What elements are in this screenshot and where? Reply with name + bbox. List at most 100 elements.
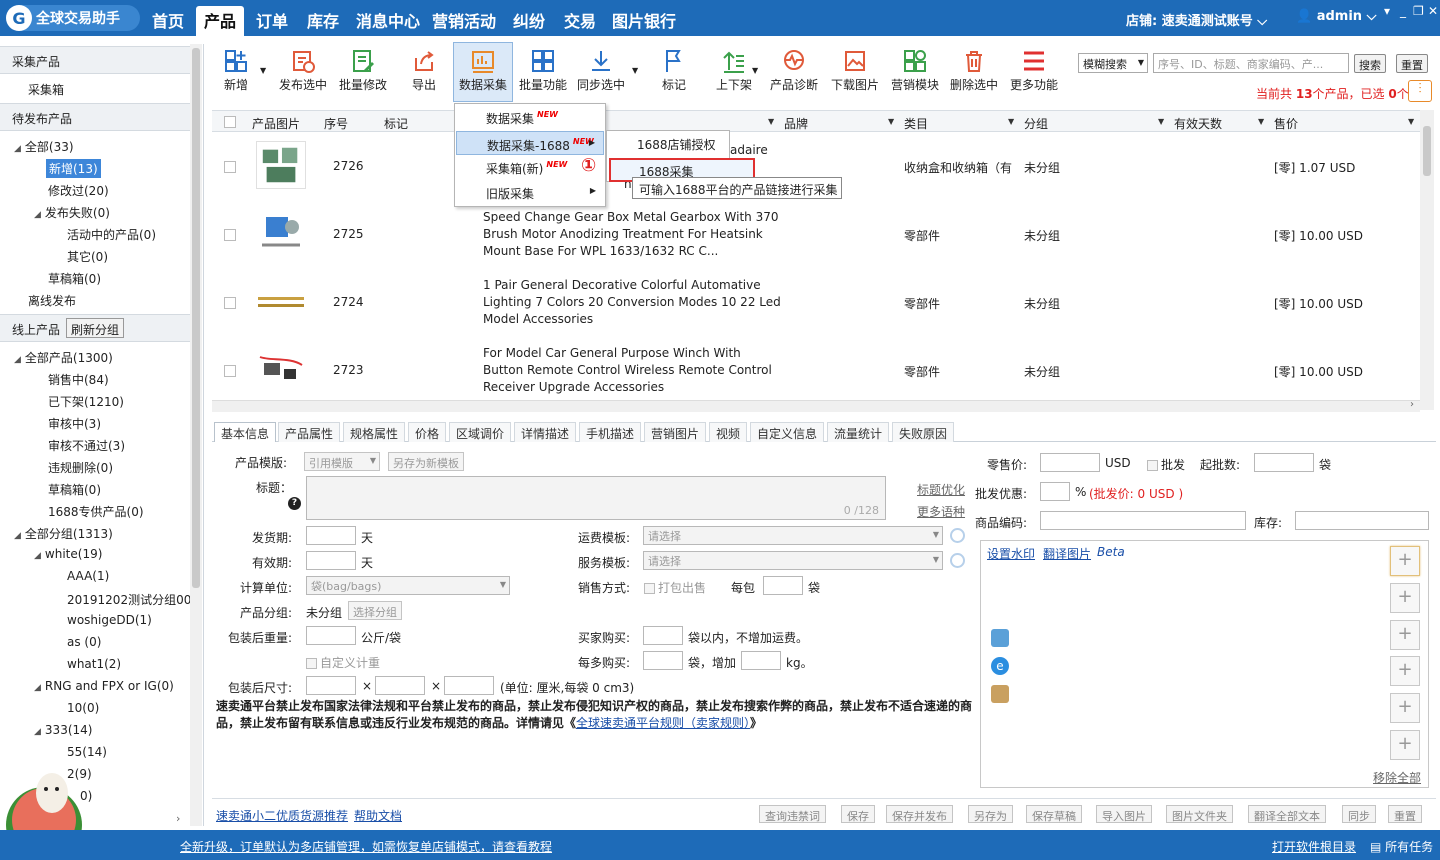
translate-all-button[interactable]: 翻译全部文本	[1248, 805, 1326, 823]
checkbox[interactable]	[1147, 460, 1158, 471]
save-as-template-button[interactable]: 另存为新模板	[388, 452, 464, 471]
more-languages-link[interactable]: 更多语种	[917, 503, 965, 520]
import-images-button[interactable]: 导入图片	[1096, 805, 1152, 823]
sort-arrow-icon[interactable]: ▼	[888, 117, 894, 126]
custom-weight-checkbox[interactable]: 自定义计重	[306, 654, 380, 671]
check-banned-words-button[interactable]: 查询违禁词	[759, 805, 826, 823]
ship-days-input[interactable]	[306, 526, 356, 545]
expand-icon[interactable]: ◢	[34, 683, 41, 693]
sidebar-group-what1[interactable]: what1(2)	[67, 657, 121, 671]
sidebar-group-333[interactable]: ◢ 333(14)	[34, 723, 92, 737]
each-more-input[interactable]	[643, 651, 683, 670]
retail-price-input[interactable]	[1040, 453, 1100, 472]
add-weight-input[interactable]	[741, 651, 781, 670]
pack-sale-checkbox[interactable]: 打包出售	[644, 579, 706, 596]
title-input[interactable]: 0 /128	[306, 476, 886, 520]
col-brand[interactable]: 品牌	[784, 115, 808, 132]
table-vertical-scrollbar[interactable]	[1420, 110, 1434, 410]
recommend-link[interactable]: 速卖通小二优质货源推荐	[216, 807, 348, 824]
row-checkbox[interactable]	[224, 229, 236, 241]
sort-arrow-icon[interactable]: ▼	[1008, 117, 1014, 126]
select-group-button[interactable]: 选择分组	[348, 601, 402, 620]
batch-edit-button[interactable]: 批量修改	[338, 48, 388, 93]
sidebar-item-other[interactable]: 其它(0)	[67, 248, 108, 265]
search-input[interactable]: 序号、ID、标题、商家编码、产...	[1153, 53, 1349, 73]
tab-mobile-desc[interactable]: 手机描述	[579, 422, 642, 442]
unit-select[interactable]: 袋(bag/bags) ▼	[306, 576, 510, 595]
sidebar-item-all-groups[interactable]: ◢ 全部分组(1313)	[14, 525, 113, 542]
sidebar-scrollbar[interactable]	[190, 44, 202, 826]
col-image[interactable]: 产品图片	[252, 115, 300, 132]
expand-icon[interactable]: ◢	[34, 551, 41, 561]
scrollbar-thumb[interactable]	[192, 48, 200, 588]
chevron-right-icon[interactable]: ›	[1410, 399, 1414, 410]
col-seq[interactable]: 序号	[324, 115, 348, 132]
delete-selected-button[interactable]: 删除选中	[948, 48, 1000, 93]
sort-arrow-icon[interactable]: ▼	[1258, 117, 1264, 126]
table-row[interactable]: 2723 For Model Car General Purpose Winch…	[212, 337, 1420, 405]
refresh-icon[interactable]	[950, 528, 965, 543]
browser-icon[interactable]: e	[991, 657, 1009, 675]
shelf-button[interactable]: 上下架	[716, 48, 752, 93]
expand-icon[interactable]: ◢	[14, 144, 21, 154]
product-thumbnail[interactable]	[256, 141, 306, 189]
translate-image-link[interactable]: 翻译图片	[1043, 545, 1091, 562]
add-image-button[interactable]: +	[1390, 620, 1420, 650]
sidebar-item-drafts[interactable]: 草稿箱(0)	[48, 270, 101, 287]
minimize-icon[interactable]: _	[1400, 4, 1406, 18]
sidebar-item-all-products[interactable]: ◢ 全部产品(1300)	[14, 349, 113, 366]
nav-marketing[interactable]: 营销活动	[432, 8, 496, 32]
filter-settings-icon[interactable]: ⫶	[1408, 80, 1432, 102]
tab-detail-desc[interactable]: 详情描述	[514, 422, 577, 442]
sort-arrow-icon[interactable]: ▼	[1158, 117, 1164, 126]
add-image-button[interactable]: +	[1390, 730, 1420, 760]
nav-products[interactable]: 产品	[196, 6, 245, 36]
table-row[interactable]: 2724 1 Pair General Decorative Colorful …	[212, 269, 1420, 337]
sync-button[interactable]: 同步	[1342, 805, 1376, 823]
product-thumbnail[interactable]	[256, 209, 306, 257]
tab-product-attrs[interactable]: 产品属性	[278, 422, 341, 442]
menu-item-old-collect[interactable]: 旧版采集 ▶	[456, 180, 604, 204]
image-gallery-icon[interactable]	[991, 629, 1009, 647]
save-publish-button[interactable]: 保存并发布	[886, 805, 953, 823]
sidebar-item-new[interactable]: 新增(13)	[46, 159, 101, 178]
add-image-button[interactable]: +	[1390, 693, 1420, 723]
save-as-button[interactable]: 另存为	[968, 805, 1013, 823]
row-checkbox[interactable]	[224, 297, 236, 309]
sidebar-group-55[interactable]: 55(14)	[67, 745, 107, 759]
product-thumbnail[interactable]	[256, 345, 306, 393]
nav-disputes[interactable]: 纠纷	[513, 8, 545, 32]
menu-item-data-collect[interactable]: 数据采集 NEW	[456, 105, 604, 129]
reset-button[interactable]: 重置	[1396, 54, 1428, 73]
product-code-input[interactable]	[1040, 511, 1246, 530]
row-title[interactable]: For Model Car General Purpose Winch With…	[483, 345, 783, 396]
col-group[interactable]: 分组	[1024, 115, 1048, 132]
photo-icon[interactable]	[991, 685, 1009, 703]
sidebar-item-offline[interactable]: 离线发布	[28, 292, 76, 309]
table-row[interactable]: 2725 Speed Change Gear Box Metal Gearbox…	[212, 201, 1420, 269]
add-dropdown-icon[interactable]: ▼	[260, 66, 266, 75]
save-draft-button[interactable]: 保存草稿	[1026, 805, 1082, 823]
data-collect-button[interactable]: 数据采集	[458, 48, 508, 93]
tab-failure-reason[interactable]: 失败原因	[892, 422, 955, 442]
dropdown-icon[interactable]: ▾	[1384, 4, 1390, 18]
mark-button[interactable]: 标记	[660, 48, 688, 93]
row-checkbox[interactable]	[224, 365, 236, 377]
add-image-button[interactable]: +	[1390, 546, 1420, 576]
discount-input[interactable]	[1040, 482, 1070, 501]
menu-item-1688-shop-auth[interactable]: 1688店铺授权	[637, 136, 716, 153]
upgrade-notice-link[interactable]: 全新升级，订单默认为多店铺管理，如需恢复单店铺模式，请查看教程	[180, 838, 552, 855]
sidebar-group-rng[interactable]: ◢ RNG and FPX or IG(0)	[34, 679, 174, 693]
use-template-button[interactable]: 引用模版 ▼	[304, 452, 380, 471]
remove-all-link[interactable]: 移除全部	[1373, 769, 1421, 786]
open-root-dir-link[interactable]: 打开软件根目录	[1272, 838, 1356, 855]
sidebar-group-woshigedd[interactable]: woshigeDD(1)	[67, 613, 152, 627]
col-valid-days[interactable]: 有效天数	[1174, 115, 1222, 132]
col-category[interactable]: 类目	[904, 115, 928, 132]
tab-video[interactable]: 视频	[709, 422, 748, 442]
sync-dropdown-icon[interactable]: ▼	[632, 66, 638, 75]
scrollbar-thumb[interactable]	[1423, 126, 1431, 176]
sidebar-item-reviewing[interactable]: 审核中(3)	[48, 415, 101, 432]
sidebar-item-failed[interactable]: ◢ 发布失败(0)	[34, 204, 110, 221]
checkbox[interactable]	[306, 658, 317, 669]
